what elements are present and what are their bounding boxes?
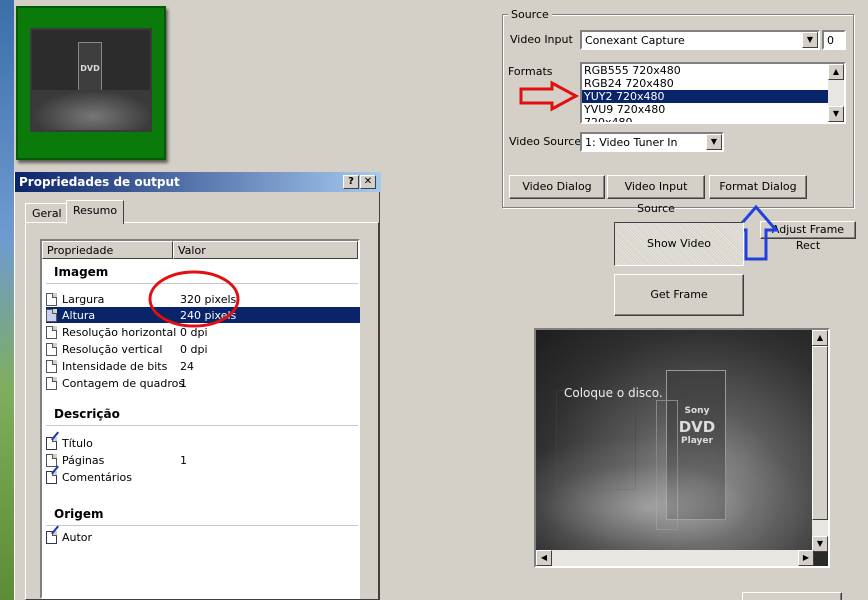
row-value: 1 (180, 377, 187, 390)
red-circle-annotation (148, 270, 240, 328)
section-divider (46, 525, 358, 526)
help-button[interactable]: ? (343, 175, 359, 189)
preview-vertical-scrollbar[interactable]: ▲ ▼ (812, 330, 828, 552)
section-imagem: Imagem (54, 265, 109, 279)
preview-logo-main: DVD (678, 418, 716, 436)
thumbnail-image: DVD (30, 28, 152, 132)
section-divider (46, 425, 358, 426)
video-source-label: Video Source (509, 135, 582, 148)
row-comentarios[interactable]: Comentários (46, 465, 360, 485)
document-icon (46, 377, 57, 390)
list-item[interactable]: YUY2 720x480 (582, 90, 844, 103)
row-label: Intensidade de bits (62, 360, 168, 373)
video-input-index-value: 0 (827, 34, 834, 47)
row-label: Altura (62, 309, 96, 322)
row-autor[interactable]: Autor (46, 525, 360, 545)
scroll-down-icon[interactable]: ▼ (828, 106, 844, 122)
document-icon (46, 454, 57, 467)
video-input-label: Video Input (510, 33, 573, 46)
document-icon (46, 326, 57, 339)
row-label: Páginas (62, 454, 105, 467)
document-icon (46, 309, 57, 322)
preview-logo-top: Sony (684, 406, 710, 416)
list-item[interactable]: 720x480 (582, 116, 844, 122)
thumbnail-logo: DVD (80, 64, 100, 73)
chevron-down-icon[interactable]: ▼ (706, 134, 722, 150)
scroll-thumb[interactable] (812, 346, 828, 520)
video-input-index-field[interactable]: 0 (822, 30, 846, 50)
list-item[interactable]: YVU9 720x480 (582, 103, 844, 116)
formats-scrollbar[interactable]: ▲ ▼ (828, 64, 844, 122)
scroll-up-icon[interactable]: ▲ (812, 330, 828, 346)
row-intensidade-de-bits[interactable]: Intensidade de bits 24 (46, 358, 360, 374)
section-descricao: Descrição (54, 407, 120, 421)
format-dialog-button[interactable]: Format Dialog (709, 175, 807, 199)
partial-button[interactable] (742, 592, 842, 600)
close-button[interactable]: ✕ (360, 175, 376, 189)
scroll-down-icon[interactable]: ▼ (812, 536, 828, 552)
row-label: Título (62, 437, 93, 450)
dialog-title-bar: Propriedades de output ? ✕ (15, 172, 381, 192)
video-preview: Coloque o disco. Sony DVD Player ▲ ▼ ◀ ▶ (534, 328, 830, 568)
show-video-button[interactable]: Show Video (614, 222, 744, 266)
section-origem: Origem (54, 507, 104, 521)
video-input-value: Conexant Capture (585, 34, 685, 47)
row-label: Autor (62, 531, 93, 544)
row-label: Largura (62, 293, 105, 306)
document-icon (46, 343, 57, 356)
column-header-propriedade[interactable]: Propriedade (42, 241, 173, 259)
scroll-left-icon[interactable]: ◀ (536, 550, 552, 566)
list-item[interactable]: RGB24 720x480 (582, 77, 844, 90)
video-frame: Coloque o disco. Sony DVD Player (536, 330, 814, 552)
video-source-combo[interactable]: 1: Video Tuner In ▼ (580, 132, 724, 152)
preview-logo-bottom: Player (681, 436, 713, 446)
scroll-right-icon[interactable]: ▶ (798, 550, 814, 566)
tab-resumo[interactable]: Resumo (66, 200, 125, 224)
row-paginas[interactable]: Páginas 1 (46, 452, 360, 468)
row-label: Comentários (62, 471, 132, 484)
chevron-down-icon[interactable]: ▼ (802, 32, 818, 48)
properties-dialog: Propriedades de output ? ✕ Geral Resumo … (14, 172, 381, 600)
video-input-combo[interactable]: Conexant Capture ▼ (580, 30, 820, 50)
preview-horizontal-scrollbar[interactable]: ◀ ▶ (536, 550, 814, 566)
document-icon (46, 293, 57, 306)
row-value: 1 (180, 454, 187, 467)
desktop-background (0, 0, 14, 600)
dialog-title: Propriedades de output (19, 175, 180, 189)
row-value: 0 dpi (180, 343, 208, 356)
scroll-up-icon[interactable]: ▲ (828, 64, 844, 80)
row-label: Contagem de quadros (62, 377, 185, 390)
video-source-value: 1: Video Tuner In (585, 136, 678, 149)
row-contagem-de-quadros[interactable]: Contagem de quadros 1 (46, 375, 360, 391)
row-value: 24 (180, 360, 194, 373)
row-label: Resolução vertical (62, 343, 163, 356)
video-input-source-button[interactable]: Video Input Source (607, 175, 705, 215)
video-dialog-button[interactable]: Video Dialog (509, 175, 605, 199)
preview-thumbnail[interactable]: DVD (16, 6, 166, 160)
row-titulo[interactable]: Título (46, 431, 360, 451)
get-frame-button[interactable]: Get Frame (614, 274, 744, 316)
preview-overlay-text: Coloque o disco. (564, 386, 663, 400)
formats-listbox[interactable]: RGB555 720x480 RGB24 720x480 YUY2 720x48… (580, 62, 846, 124)
formats-label: Formats (508, 65, 553, 78)
tab-geral[interactable]: Geral (25, 203, 69, 223)
row-resolucao-vertical[interactable]: Resolução vertical 0 dpi (46, 341, 360, 357)
column-header-valor[interactable]: Valor (173, 241, 358, 259)
document-icon (46, 360, 57, 373)
list-item[interactable]: RGB555 720x480 (582, 64, 844, 77)
red-arrow-annotation (519, 80, 580, 112)
source-group-title: Source (508, 8, 552, 21)
